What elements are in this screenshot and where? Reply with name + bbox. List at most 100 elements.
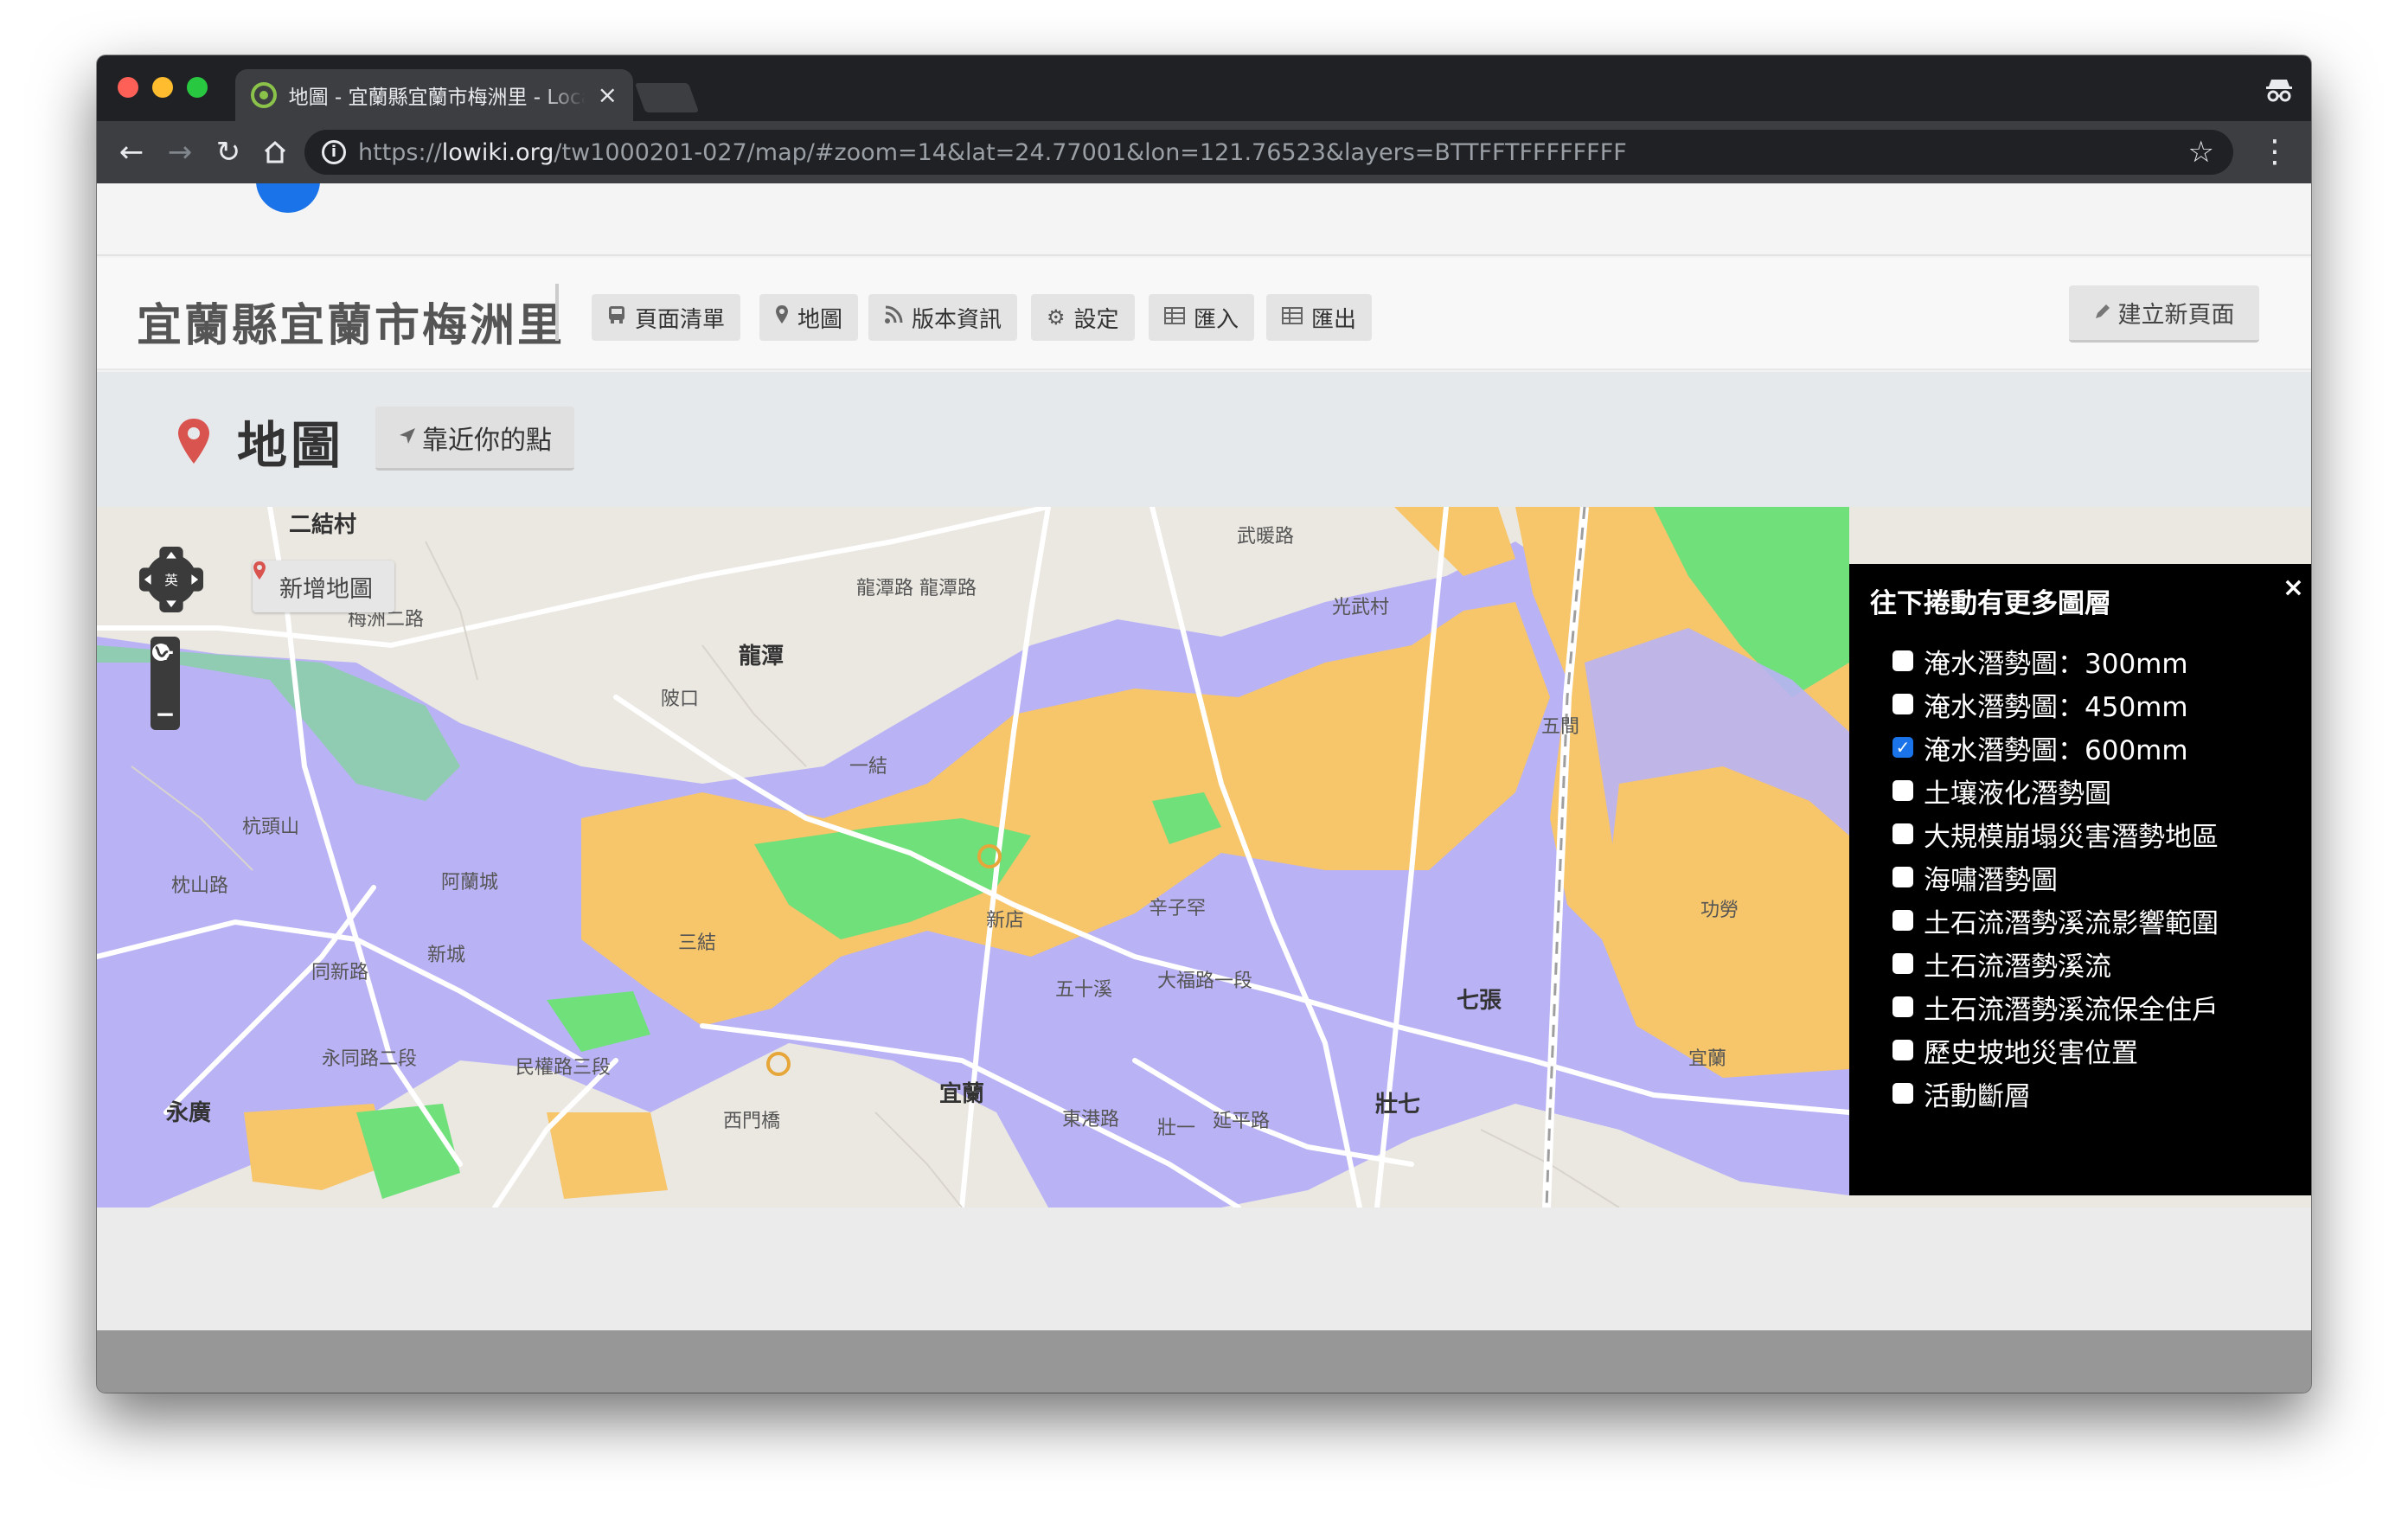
gear-icon: ⚙ bbox=[1047, 305, 1066, 330]
table-icon bbox=[1282, 305, 1303, 330]
map-place-label: 杭頭山 bbox=[242, 817, 300, 838]
layer-item[interactable]: 土石流潛勢溪流 bbox=[1870, 942, 2290, 985]
bookmark-star-icon[interactable]: ☆ bbox=[2188, 135, 2214, 170]
layer-checkbox[interactable] bbox=[1892, 650, 1913, 671]
table-icon bbox=[1164, 305, 1185, 330]
map-road-label: 民權路三段 bbox=[516, 1057, 612, 1079]
map-place-label: 宜蘭 bbox=[1688, 1048, 1727, 1070]
layer-item[interactable]: 歷史坡地災害位置 bbox=[1870, 1028, 2290, 1072]
nav-import-button[interactable]: 匯入 bbox=[1149, 294, 1255, 341]
nav-version-info-button[interactable]: 版本資訊 bbox=[868, 294, 1018, 341]
map-canvas[interactable]: 二結村 龍潭 陂口 一結 杭頭山 阿蘭城 新城 三結 新店 辛子罕 光武村 五間… bbox=[97, 507, 2311, 1208]
layer-label: 活動斷層 bbox=[1924, 1080, 2031, 1112]
layer-label: 海嘯潛勢圖 bbox=[1924, 864, 2058, 896]
close-icon[interactable]: × bbox=[2283, 573, 2304, 603]
layer-checkbox[interactable] bbox=[1892, 867, 1913, 887]
zoom-out-button[interactable]: − bbox=[150, 699, 180, 730]
forward-icon[interactable]: → bbox=[161, 133, 199, 171]
site-navbar: 宜蘭縣宜蘭市梅洲里 頁面清單 地圖 版本資訊 ⚙ 設定 匯入 匯出 建立新頁面 bbox=[97, 258, 2311, 370]
browser-tab[interactable]: 地圖 - 宜蘭縣宜蘭市梅洲里 - LocalWiki × bbox=[235, 69, 633, 121]
layer-label: 淹水潛勢圖：300mm bbox=[1924, 648, 2188, 680]
layer-item[interactable]: ✓ 淹水潛勢圖：600mm bbox=[1870, 726, 2290, 769]
add-map-button[interactable]: 新增地圖 bbox=[253, 561, 394, 612]
layer-item[interactable]: 土壤液化潛勢圖 bbox=[1870, 769, 2290, 812]
page-title: 地圖 bbox=[237, 416, 345, 475]
map-place-label: 新店 bbox=[986, 910, 1025, 932]
rss-icon bbox=[884, 305, 903, 330]
map-place-label: 壯一 bbox=[1157, 1118, 1196, 1139]
new-tab-button[interactable] bbox=[634, 83, 700, 112]
nav-page-list-button[interactable]: 頁面清單 bbox=[592, 294, 741, 341]
layer-checkbox-checked[interactable]: ✓ bbox=[1892, 737, 1913, 758]
near-me-label: 靠近你的點 bbox=[422, 425, 552, 456]
close-window-button[interactable] bbox=[118, 77, 138, 98]
localwiki-favicon-icon bbox=[251, 82, 277, 108]
url-text: https://lowiki.org/tw1000201-027/map/#zo… bbox=[358, 138, 1627, 166]
pan-control[interactable]: 英 bbox=[138, 547, 204, 614]
nav-settings-button[interactable]: ⚙ 設定 bbox=[1031, 294, 1135, 341]
svg-text:英: 英 bbox=[164, 573, 178, 588]
map-road-label: 大福路一段 bbox=[1157, 970, 1253, 992]
nav-export-button[interactable]: 匯出 bbox=[1266, 294, 1373, 341]
layer-checkbox[interactable] bbox=[1892, 910, 1913, 931]
tab-close-icon[interactable]: × bbox=[598, 83, 618, 107]
pencil-icon bbox=[2094, 299, 2111, 326]
title-divider bbox=[555, 284, 559, 341]
nav-label: 地圖 bbox=[797, 306, 843, 333]
map-place-label: 龍潭 bbox=[739, 644, 785, 669]
map-place-label: 功勞 bbox=[1700, 900, 1739, 921]
browser-window: 地圖 - 宜蘭縣宜蘭市梅洲里 - LocalWiki × ← → ↻ i htt… bbox=[97, 55, 2311, 1393]
layer-panel: 往下捲動有更多圖層 × 淹水潛勢圖：300mm 淹水潛勢圖：450mm ✓ 淹水潛… bbox=[1849, 564, 2311, 1195]
layer-label: 土石流潛勢溪流 bbox=[1924, 951, 2111, 983]
map-place-label: 五間 bbox=[1541, 716, 1580, 738]
nav-map-button[interactable]: 地圖 bbox=[759, 294, 859, 341]
map-road-label: 東港路 bbox=[1062, 1109, 1120, 1131]
map-road-label: 西門橋 bbox=[723, 1111, 781, 1132]
browser-menu-icon[interactable]: ⋮ bbox=[2259, 133, 2290, 171]
layer-label: 土石流潛勢溪流影響範圍 bbox=[1924, 907, 2219, 939]
map-place-label: 永廣 bbox=[166, 1100, 212, 1126]
map-place-label: 二結村 bbox=[289, 512, 357, 538]
location-arrow-icon bbox=[398, 422, 417, 452]
globe-icon[interactable] bbox=[150, 644, 180, 699]
reload-icon[interactable]: ↻ bbox=[209, 133, 247, 171]
bus-icon bbox=[607, 304, 626, 330]
map-road-label: 五十溪 bbox=[1055, 979, 1113, 1001]
map-road-label: 武暖路 bbox=[1237, 526, 1295, 548]
nav-label: 匯入 bbox=[1194, 306, 1239, 333]
incognito-icon bbox=[2264, 74, 2295, 112]
map-place-label: 宜蘭 bbox=[939, 1081, 985, 1107]
layer-item[interactable]: 大規模崩塌災害潛勢地區 bbox=[1870, 812, 2290, 855]
address-bar[interactable]: i https://lowiki.org/tw1000201-027/map/#… bbox=[304, 130, 2233, 175]
near-me-button[interactable]: 靠近你的點 bbox=[375, 407, 574, 471]
home-icon[interactable] bbox=[256, 133, 294, 171]
layer-checkbox[interactable] bbox=[1892, 1083, 1913, 1104]
layer-item[interactable]: 活動斷層 bbox=[1870, 1072, 2290, 1115]
maximize-window-button[interactable] bbox=[187, 77, 208, 98]
back-icon[interactable]: ← bbox=[112, 133, 150, 171]
map-road-label: 枕山路 bbox=[171, 875, 229, 897]
minimize-window-button[interactable] bbox=[152, 77, 173, 98]
create-page-button[interactable]: 建立新頁面 bbox=[2069, 285, 2259, 343]
layer-item[interactable]: 土石流潛勢溪流影響範圍 bbox=[1870, 899, 2290, 942]
layer-checkbox[interactable] bbox=[1892, 694, 1913, 714]
site-title[interactable]: 宜蘭縣宜蘭市梅洲里 bbox=[137, 289, 565, 354]
layer-checkbox[interactable] bbox=[1892, 953, 1913, 974]
layer-item[interactable]: 海嘯潛勢圖 bbox=[1870, 855, 2290, 899]
layer-checkbox[interactable] bbox=[1892, 996, 1913, 1017]
zoom-control: + − bbox=[150, 637, 180, 730]
map-place-label: 七張 bbox=[1457, 988, 1502, 1014]
layer-item[interactable]: 淹水潛勢圖：300mm bbox=[1870, 639, 2290, 682]
layer-label: 淹水潛勢圖：450mm bbox=[1924, 691, 2188, 723]
layer-item[interactable]: 淹水潛勢圖：450mm bbox=[1870, 682, 2290, 726]
site-info-icon[interactable]: i bbox=[322, 140, 346, 164]
layer-checkbox[interactable] bbox=[1892, 780, 1913, 801]
nav-label: 版本資訊 bbox=[912, 306, 1002, 333]
layer-checkbox[interactable] bbox=[1892, 1040, 1913, 1060]
top-strip bbox=[97, 183, 2311, 256]
map-road-label: 延平路 bbox=[1213, 1111, 1271, 1132]
layer-checkbox[interactable] bbox=[1892, 823, 1913, 844]
layer-item[interactable]: 土石流潛勢溪流保全住戶 bbox=[1870, 985, 2290, 1028]
add-map-label: 新增地圖 bbox=[279, 575, 373, 603]
map-place-label: 壯七 bbox=[1375, 1092, 1421, 1118]
